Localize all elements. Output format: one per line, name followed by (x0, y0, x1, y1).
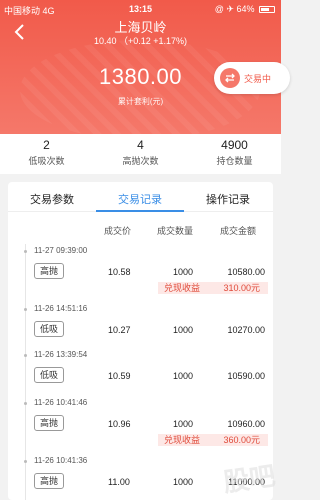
col-price: 成交价 (104, 226, 132, 236)
record-type-tag: 高抛 (34, 473, 65, 489)
stat-value: 4 (137, 138, 144, 152)
record-qty: 1000 (173, 267, 194, 277)
stat-label: 持仓数量 (216, 156, 253, 166)
stats-bar: 2 低吸次数 4 高抛次数 4900 持仓数量 (0, 134, 281, 174)
record-time: 11-26 14:51:16 (34, 304, 88, 313)
record-type-tag: 低吸 (34, 367, 65, 383)
stock-quote: 10.40 （+0.12 +1.17%) (93, 36, 188, 46)
record-price: 10.27 (108, 325, 131, 335)
record-qty: 1000 (173, 477, 194, 487)
stat-holding: 4900 持仓数量 (188, 138, 281, 167)
realized-profit: 兑现收益 310.00元 (158, 282, 268, 294)
record-qty: 1000 (173, 371, 194, 381)
record-amount: 10270.00 (227, 325, 265, 335)
record-price: 10.96 (108, 419, 131, 429)
realized-profit-label: 兑现收益 (164, 283, 201, 293)
timeline-dot (24, 402, 27, 405)
cumulative-profit-label: 累计套利(元) (117, 97, 164, 106)
realized-profit-value: 360.00元 (223, 435, 260, 445)
tab-bar: 交易参数 交易记录 操作记录 (8, 182, 273, 212)
status-icons: @ ✈ 64% (214, 4, 255, 14)
stat-value: 2 (43, 138, 50, 152)
stat-high-sell: 4 高抛次数 (94, 138, 187, 167)
record-row: 11-26 10:41:36 高抛 11.00 1000 11000.00 (8, 454, 273, 500)
record-type-tag: 高抛 (34, 415, 65, 431)
realized-profit-value: 310.00元 (223, 283, 260, 293)
swap-icon (220, 68, 240, 88)
record-amount: 11000.00 (228, 477, 265, 487)
realized-profit: 兑现收益 360.00元 (158, 434, 268, 446)
trading-status-label: 交易中 (244, 73, 272, 84)
timeline-dot (24, 250, 27, 253)
stat-value: 4900 (221, 138, 248, 152)
record-price: 10.58 (108, 267, 131, 277)
records-card: 交易参数 交易记录 操作记录 成交价 成交数量 成交金额 11-27 09:39… (8, 182, 273, 500)
stat-low-buy: 2 低吸次数 (0, 138, 93, 167)
record-time: 11-26 10:41:46 (34, 398, 88, 407)
record-amount: 10960.00 (227, 419, 265, 429)
col-amount: 成交金额 (220, 226, 257, 236)
timeline-dot (24, 460, 27, 463)
tab-operation-records[interactable]: 操作记录 (184, 191, 272, 207)
record-qty: 1000 (173, 419, 194, 429)
realized-profit-label: 兑现收益 (164, 435, 201, 445)
record-amount: 10590.00 (227, 371, 265, 381)
status-bar: 中国移动 4G 13:15 @ ✈ 64% (0, 4, 281, 16)
tab-trade-params[interactable]: 交易参数 (8, 191, 96, 207)
trading-status-button[interactable]: 交易中 (214, 62, 290, 94)
record-row: 11-27 09:39:00 高抛 10.58 1000 10580.00 兑现… (8, 244, 273, 294)
status-right: @ ✈ 64% (215, 4, 275, 15)
record-row: 11-26 10:41:46 高抛 10.96 1000 10960.00 兑现… (8, 396, 273, 446)
record-price: 10.59 (108, 371, 131, 381)
record-row: 11-26 13:39:54 低吸 10.59 1000 10590.00 (8, 348, 273, 396)
stat-label: 低吸次数 (28, 156, 65, 166)
timeline-dot (24, 308, 27, 311)
battery-icon (259, 6, 275, 14)
record-time: 11-26 10:41:36 (34, 456, 88, 465)
record-row: 11-26 14:51:16 低吸 10.27 1000 10270.00 (8, 302, 273, 350)
record-time: 11-27 09:39:00 (34, 246, 88, 255)
record-type-tag: 高抛 (34, 263, 65, 279)
timeline-dot (24, 354, 27, 357)
stat-label: 高抛次数 (122, 156, 159, 166)
record-qty: 1000 (173, 325, 194, 335)
tab-trade-records[interactable]: 交易记录 (96, 191, 184, 207)
record-price: 11.00 (108, 477, 130, 487)
col-qty: 成交数量 (157, 226, 194, 236)
active-tab-indicator (96, 210, 184, 212)
record-time: 11-26 13:39:54 (34, 350, 88, 359)
record-amount: 10580.00 (227, 267, 265, 277)
record-type-tag: 低吸 (34, 321, 65, 337)
